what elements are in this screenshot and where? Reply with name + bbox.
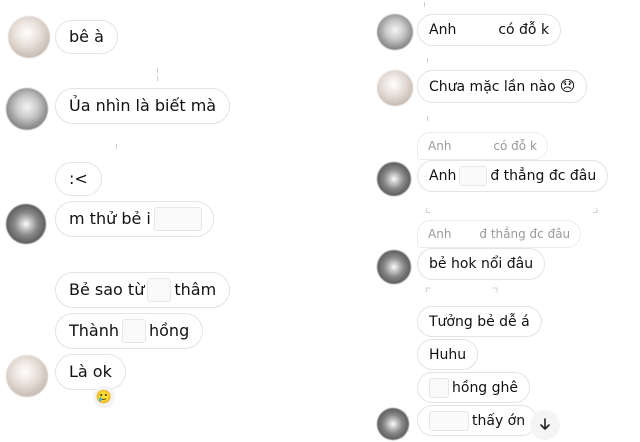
message-text: đ thẳng đc đâu [490,168,597,184]
redacted-image [429,410,469,431]
message-text: Là ok [69,362,112,381]
avatar[interactable] [377,250,411,284]
divider: ⌞ [425,200,432,216]
message-bubble[interactable]: :< [55,162,102,196]
message-text: Thành [69,321,119,340]
reply-preview[interactable]: Anh có đỗ k [417,132,548,160]
divider [427,116,428,121]
message-bubble[interactable]: bê à [55,20,118,54]
message-bubble[interactable]: Thành hồng [55,313,204,349]
download-arrow-icon [540,418,550,430]
redacted-image [454,225,476,243]
message-bubble[interactable]: Bẻ sao từ thâm [55,272,231,308]
redacted-image [459,166,488,186]
message-bubble[interactable]: Chưa mặc lần nào 😞 [417,70,588,103]
divider: ⌝ [492,286,499,302]
message-text: Huhu [429,346,467,363]
avatar[interactable] [6,204,46,244]
message-text: thâm [174,280,217,299]
avatar[interactable] [377,14,413,50]
divider [424,2,425,7]
sad-face-icon: 😞 [559,77,576,95]
reaction-badge[interactable]: 🥲 [93,386,115,408]
message-text: bê à [69,27,104,46]
redacted-image [459,19,495,41]
message-bubble[interactable]: Huhu [417,339,479,370]
avatar[interactable] [6,355,48,397]
divider [157,68,158,73]
message-text: m thử bẻ i [69,209,151,228]
divider [157,76,158,81]
message-bubble[interactable]: Anh đ thẳng đc đâu [417,160,609,192]
message-bubble[interactable]: Là ok [55,354,126,390]
message-bubble[interactable]: Ủa nhìn là biết mà [55,88,231,124]
message-bubble[interactable]: Tưởng bẻ dễ á [417,306,542,337]
divider [116,144,117,149]
message-text: bẻ hok nổi đâu [429,256,534,272]
message-bubble[interactable]: Anh có đỗ k [417,14,562,46]
divider: ⌟ [592,200,599,216]
divider [427,58,428,63]
redacted-image [153,207,202,231]
message-text: Anh [429,22,457,38]
reply-preview[interactable]: Anh đ thẳng đc đâu [417,220,582,248]
message-text: Bẻ sao từ [69,280,145,299]
avatar[interactable] [377,70,413,106]
message-bubble[interactable]: hồng ghê [417,372,531,403]
avatar[interactable] [6,88,48,130]
message-bubble[interactable]: bẻ hok nổi đâu [417,248,546,280]
message-text: :< [69,169,88,188]
message-text: Ủa nhìn là biết mà [69,96,217,115]
redacted-image [122,319,146,343]
divider: ⌜ [425,286,432,302]
redacted-image [454,137,490,155]
message-text: Tưởng bẻ dễ á [429,313,530,330]
message-bubble[interactable]: m thử bẻ i [55,201,214,237]
message-text: hồng [149,321,190,340]
redacted-image [429,377,449,398]
message-text: thấy ớn [472,412,526,429]
message-text: Anh [429,168,457,184]
message-text: có đỗ k [498,22,550,38]
avatar[interactable] [377,162,411,196]
message-text: Chưa mặc lần nào [429,78,556,95]
avatar[interactable] [8,16,50,58]
redacted-image [147,278,172,302]
avatar[interactable] [377,408,409,440]
message-bubble[interactable]: thấy ớn [417,405,538,436]
message-text: hồng ghê [452,379,519,396]
download-icon[interactable] [530,410,560,440]
